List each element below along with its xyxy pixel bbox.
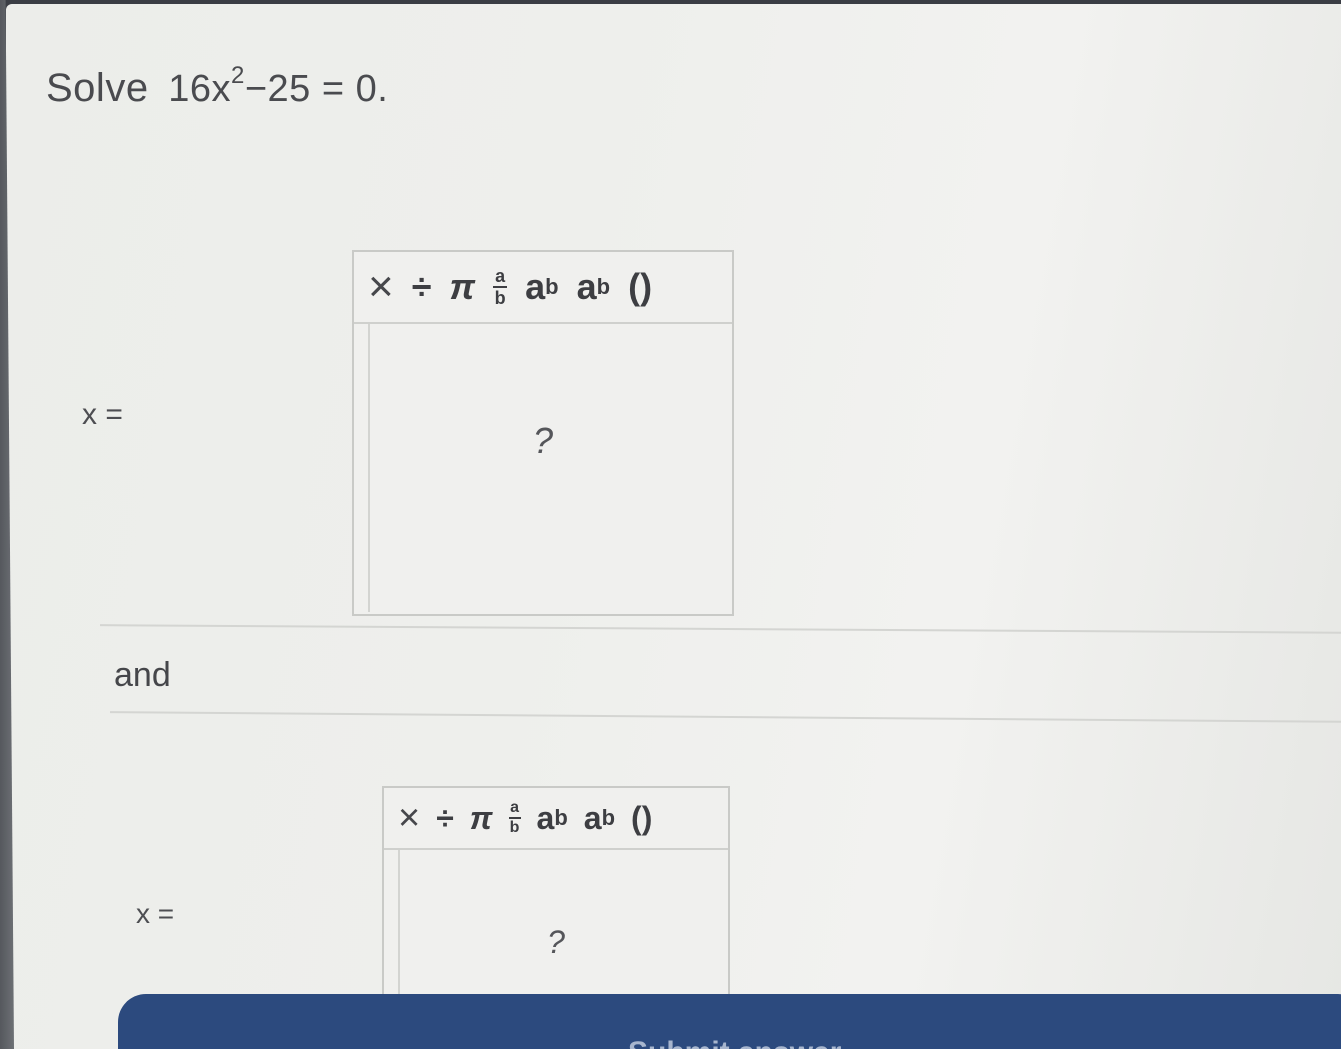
fraction-denominator: b	[494, 288, 506, 308]
divide-button[interactable]: ÷	[412, 266, 432, 308]
power-button[interactable]: ab	[537, 800, 568, 837]
equation-term: 16x	[168, 68, 231, 110]
pi-button[interactable]: π	[470, 800, 493, 837]
power-button[interactable]: ab	[525, 266, 558, 308]
divide-button[interactable]: ÷	[436, 800, 454, 837]
power-base: a	[525, 266, 546, 307]
submit-label: Submit answer	[628, 1036, 841, 1049]
fraction-numerator: a	[495, 266, 506, 286]
power-exponent: b	[554, 805, 568, 830]
answer2-editor[interactable]: × ÷ π a b ab ab () ?	[382, 786, 730, 1026]
subscript-index: b	[601, 805, 616, 830]
equation-exponent: 2	[230, 62, 245, 90]
answer2-placeholder: ?	[547, 924, 565, 960]
fraction-button[interactable]: a b	[508, 799, 521, 836]
and-label: and	[114, 656, 171, 694]
answer1-label: x =	[82, 398, 123, 431]
equation: 16x2−25 = 0.	[168, 62, 389, 110]
answer1-placeholder: ?	[532, 420, 554, 461]
fraction-numerator: a	[510, 799, 519, 816]
subscript-button[interactable]: ab	[584, 800, 615, 837]
fraction-denominator: b	[509, 819, 520, 836]
divider-top	[100, 624, 1341, 634]
answer1-input-area[interactable]	[368, 324, 732, 612]
answer2-label: x =	[136, 898, 175, 929]
answer2-input[interactable]: ?	[384, 850, 728, 1012]
divider-bottom	[110, 711, 1341, 723]
parentheses-button[interactable]: ()	[631, 800, 652, 837]
pi-button[interactable]: π	[449, 266, 475, 308]
subscript-base: a	[576, 266, 597, 307]
subscript-button[interactable]: ab	[577, 266, 610, 308]
math-toolbar-2: × ÷ π a b ab ab ()	[384, 788, 728, 850]
times-button[interactable]: ×	[398, 797, 420, 840]
times-button[interactable]: ×	[368, 262, 394, 312]
fraction-button[interactable]: a b	[493, 266, 508, 308]
subscript-index: b	[596, 274, 611, 299]
submit-button[interactable]: Submit answer	[118, 994, 1341, 1049]
power-exponent: b	[545, 274, 559, 299]
answer1-input[interactable]: ?	[354, 324, 732, 612]
screen: Solve 16x2−25 = 0. x = × ÷ π a b ab ab (…	[6, 4, 1341, 1049]
parentheses-button[interactable]: ()	[628, 266, 652, 308]
power-base: a	[536, 799, 555, 836]
math-toolbar: × ÷ π a b ab ab ()	[354, 252, 732, 324]
problem-statement: Solve 16x2−25 = 0.	[46, 62, 389, 111]
answer1-editor[interactable]: × ÷ π a b ab ab () ?	[352, 250, 734, 616]
equation-rest: −25 = 0.	[244, 68, 389, 110]
subscript-base: a	[583, 799, 602, 836]
problem-prefix: Solve	[46, 66, 149, 110]
